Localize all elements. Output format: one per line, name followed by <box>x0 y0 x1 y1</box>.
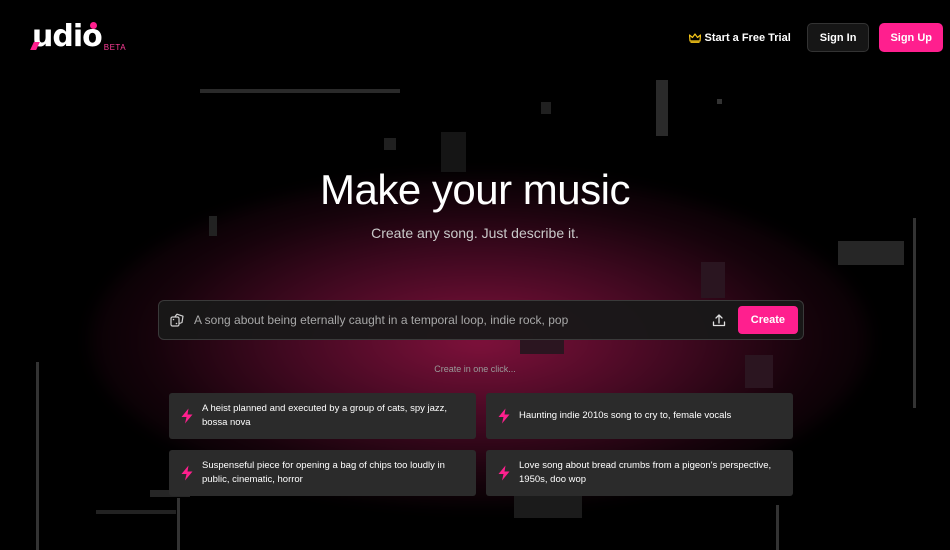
bolt-icon <box>181 408 193 424</box>
background-block <box>717 99 722 104</box>
background-block <box>520 340 564 354</box>
background-block <box>701 262 725 298</box>
suggestion-text: A heist planned and executed by a group … <box>202 403 448 428</box>
page-title: Make your music <box>320 166 630 213</box>
background-block <box>177 498 180 550</box>
suggestion-text: Love song about bread crumbs from a pige… <box>519 460 772 485</box>
suggestion-text: Suspenseful piece for opening a bag of c… <box>202 460 445 485</box>
background-block <box>514 496 582 518</box>
background-block <box>36 362 39 550</box>
suggestion-card[interactable]: Love song about bread crumbs from a pige… <box>486 450 793 496</box>
background-block <box>656 80 668 136</box>
background-block <box>541 102 551 114</box>
background-block <box>384 138 396 150</box>
create-in-one-click-label: Create in one click... <box>434 364 516 374</box>
upload-icon[interactable] <box>712 313 726 327</box>
page-subtitle: Create any song. Just describe it. <box>371 225 579 241</box>
suggestion-card[interactable]: Haunting indie 2010s song to cry to, fem… <box>486 393 793 439</box>
song-prompt-input[interactable] <box>194 313 712 327</box>
sign-in-button[interactable]: Sign In <box>806 23 870 52</box>
prompt-bar: Create <box>158 300 804 340</box>
bolt-icon <box>498 408 510 424</box>
start-free-trial-link[interactable]: Start a Free Trial <box>688 31 791 44</box>
logo-dot <box>90 22 97 29</box>
sign-up-button[interactable]: Sign Up <box>879 23 943 52</box>
background-block <box>913 218 916 408</box>
suggestion-text: Haunting indie 2010s song to cry to, fem… <box>519 410 732 421</box>
trial-label: Start a Free Trial <box>704 31 791 44</box>
beta-badge: BETA <box>103 43 127 52</box>
dice-icon[interactable] <box>170 313 184 327</box>
suggestion-card[interactable]: Suspenseful piece for opening a bag of c… <box>169 450 476 496</box>
suggestion-card[interactable]: A heist planned and executed by a group … <box>169 393 476 439</box>
bolt-icon <box>181 465 193 481</box>
udio-logo[interactable]: udio BETA <box>30 22 127 52</box>
background-block <box>96 510 176 514</box>
background-block <box>200 89 400 93</box>
bolt-icon <box>498 465 510 481</box>
create-button[interactable]: Create <box>737 306 798 334</box>
crown-icon <box>688 32 701 43</box>
background-block <box>776 505 779 550</box>
background-block <box>838 241 904 265</box>
header-actions: Start a Free Trial Sign In Sign Up <box>688 23 943 52</box>
